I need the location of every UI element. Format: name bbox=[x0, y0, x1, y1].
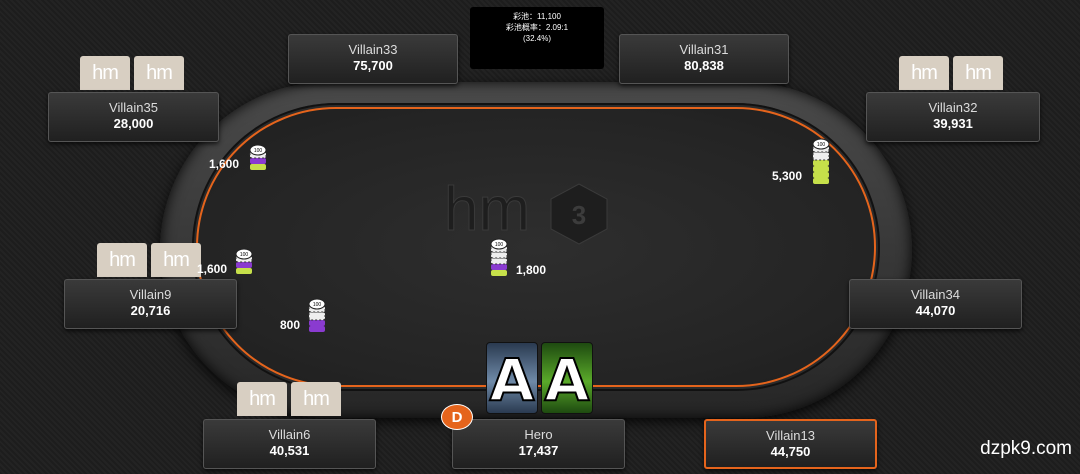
bet-amount: 1,800 bbox=[516, 263, 547, 277]
player-stack: 17,437 bbox=[518, 443, 559, 458]
pot-size: 彩池：11,100 bbox=[513, 12, 561, 21]
player-name: Villain33 bbox=[348, 42, 398, 57]
chip-stack-icon: 100 bbox=[812, 138, 830, 184]
svg-text:100: 100 bbox=[817, 142, 826, 148]
svg-text:100: 100 bbox=[495, 242, 504, 248]
svg-text:100: 100 bbox=[254, 148, 263, 154]
player-stack: 39,931 bbox=[933, 116, 973, 131]
player-stack: 44,070 bbox=[915, 303, 956, 318]
seat-villain6[interactable]: Villain6 40,531 bbox=[203, 419, 376, 469]
pot-info-panel: 彩池：11,100 彩池概率：2.09:1 (32.4%) bbox=[470, 7, 604, 69]
hero-card-1: A bbox=[486, 342, 538, 415]
hud-badge[interactable]: hm bbox=[291, 382, 341, 416]
hud-badge[interactable]: hm bbox=[134, 56, 184, 90]
hud-badge[interactable]: hm bbox=[97, 243, 147, 277]
seat-villain9[interactable]: Villain9 20,716 bbox=[64, 279, 237, 329]
seat-hero[interactable]: Hero 17,437 bbox=[452, 419, 625, 469]
pot-odds: 彩池概率：2.09:1 bbox=[505, 23, 569, 32]
site-watermark: dzpk9.com bbox=[980, 438, 1072, 459]
player-name: Villain32 bbox=[928, 100, 978, 115]
player-stack: 80,838 bbox=[684, 58, 724, 73]
seat-villain35[interactable]: Villain35 28,000 bbox=[48, 92, 219, 142]
svg-text:hm: hm bbox=[444, 178, 530, 244]
hud-badge[interactable]: hm bbox=[151, 243, 201, 277]
svg-text:100: 100 bbox=[313, 302, 322, 308]
player-stack: 75,700 bbox=[353, 58, 393, 73]
hm3-logo-digit: 3 bbox=[572, 200, 586, 230]
player-stack: 20,716 bbox=[130, 303, 171, 318]
chip-stack-icon: 100 bbox=[308, 298, 326, 332]
player-stack: 44,750 bbox=[770, 444, 811, 459]
chip-stack-icon: 100 bbox=[490, 238, 508, 276]
seat-villain34[interactable]: Villain34 44,070 bbox=[849, 279, 1022, 329]
player-stack: 40,531 bbox=[269, 443, 310, 458]
bet-amount: 1,600 bbox=[209, 157, 240, 171]
bet-amount: 1,600 bbox=[197, 262, 228, 276]
chip-stack-icon: 100 bbox=[235, 248, 253, 274]
player-name: Villain34 bbox=[911, 287, 960, 302]
player-name: Villain6 bbox=[268, 427, 311, 442]
hud-badge[interactable]: hm bbox=[237, 382, 287, 416]
seat-villain13[interactable]: Villain13 44,750 bbox=[704, 419, 877, 469]
hud-badge[interactable]: hm bbox=[899, 56, 949, 90]
hm3-logo-icon: hm 3 bbox=[444, 178, 608, 245]
pot-percent: (32.4%) bbox=[522, 34, 551, 43]
seat-villain32[interactable]: Villain32 39,931 bbox=[866, 92, 1040, 142]
seat-villain33[interactable]: Villain33 75,700 bbox=[288, 34, 458, 84]
player-name: Villain9 bbox=[129, 287, 172, 302]
player-stack: 28,000 bbox=[113, 116, 154, 131]
player-name: Villain35 bbox=[109, 100, 158, 115]
hud-badge[interactable]: hm bbox=[80, 56, 130, 90]
player-name: Villain31 bbox=[679, 42, 729, 57]
hud-badge[interactable]: hm bbox=[953, 56, 1003, 90]
hero-card-2: A bbox=[541, 342, 593, 415]
svg-text:100: 100 bbox=[240, 252, 249, 258]
dealer-button: D bbox=[441, 404, 473, 430]
player-name: Villain13 bbox=[766, 428, 815, 443]
bet-amount: 5,300 bbox=[772, 169, 803, 183]
bet-amount: 800 bbox=[280, 318, 301, 332]
player-name: Hero bbox=[524, 427, 553, 442]
chip-stack-icon: 100 bbox=[249, 144, 267, 170]
seat-villain31[interactable]: Villain31 80,838 bbox=[619, 34, 789, 84]
